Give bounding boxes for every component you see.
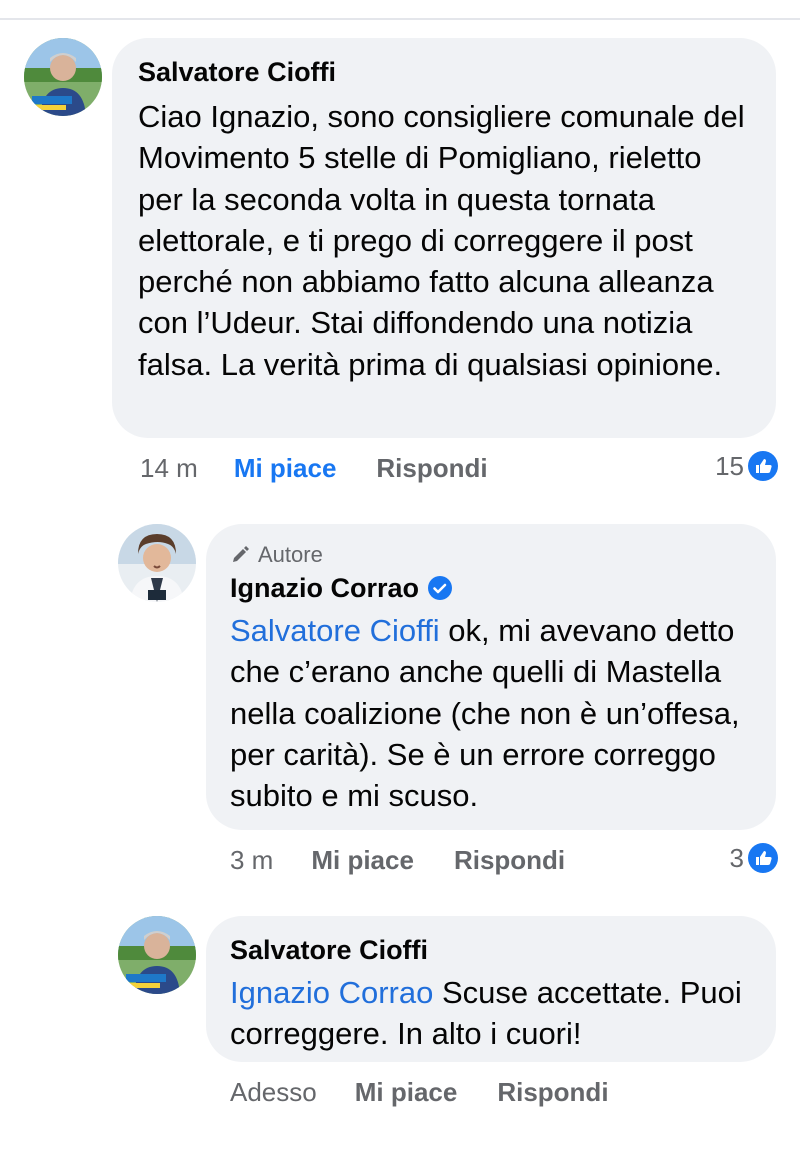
verified-badge-icon	[428, 576, 453, 600]
mention-link[interactable]: Salvatore Cioffi	[230, 613, 440, 648]
author-badge-label: Autore	[258, 542, 323, 567]
comment-time[interactable]: 14 m	[140, 453, 198, 484]
reply-button[interactable]: Rispondi	[376, 453, 487, 484]
profile-photo-icon	[118, 916, 196, 994]
top-divider	[0, 18, 800, 20]
comment-bubble: Autore Ignazio Corrao Salvatore Cioffi o…	[206, 524, 776, 830]
reply-button[interactable]: Rispondi	[497, 1077, 608, 1108]
avatar[interactable]	[118, 916, 196, 994]
reaction-count[interactable]: 3	[730, 838, 778, 878]
comment-time[interactable]: Adesso	[230, 1077, 317, 1108]
profile-photo-icon	[24, 38, 102, 116]
comment-author[interactable]: Ignazio Corrao	[230, 572, 752, 604]
like-button[interactable]: Mi piace	[234, 453, 337, 484]
profile-photo-icon	[118, 524, 196, 602]
comment-actions: Adesso Mi piace Rispondi	[230, 1072, 609, 1112]
like-reaction-icon	[748, 843, 778, 873]
like-button[interactable]: Mi piace	[311, 845, 414, 876]
comment-text: Ciao Ignazio, sono consigliere comunale …	[138, 99, 745, 382]
comment-author[interactable]: Salvatore Cioffi	[138, 56, 750, 88]
avatar[interactable]	[24, 38, 102, 116]
comment-bubble: Salvatore Cioffi Ignazio Corrao Scuse ac…	[206, 916, 776, 1062]
pencil-icon	[233, 546, 249, 562]
comment-time[interactable]: 3 m	[230, 845, 273, 876]
comment-text: Salvatore Cioffi ok, mi avevano detto ch…	[230, 610, 752, 816]
reply-button[interactable]: Rispondi	[454, 845, 565, 876]
reaction-count-number: 15	[715, 450, 744, 481]
mention-link[interactable]: Ignazio Corrao	[230, 975, 433, 1010]
author-badge: Autore	[230, 542, 752, 568]
like-button[interactable]: Mi piace	[355, 1077, 458, 1108]
comment-text: Ignazio Corrao Scuse accettate. Puoi cor…	[230, 972, 752, 1055]
reaction-count[interactable]: 15	[715, 446, 778, 486]
avatar[interactable]	[118, 524, 196, 602]
comment-bubble: Salvatore Cioffi Ciao Ignazio, sono cons…	[112, 38, 776, 438]
reaction-count-number: 3	[729, 842, 744, 873]
comment-actions: 3 m Mi piace Rispondi	[230, 840, 565, 880]
comment-author-name: Ignazio Corrao	[230, 573, 420, 603]
like-reaction-icon	[748, 451, 778, 481]
comment-author[interactable]: Salvatore Cioffi	[230, 934, 752, 966]
comment-actions: 14 m Mi piace Rispondi	[140, 448, 488, 488]
